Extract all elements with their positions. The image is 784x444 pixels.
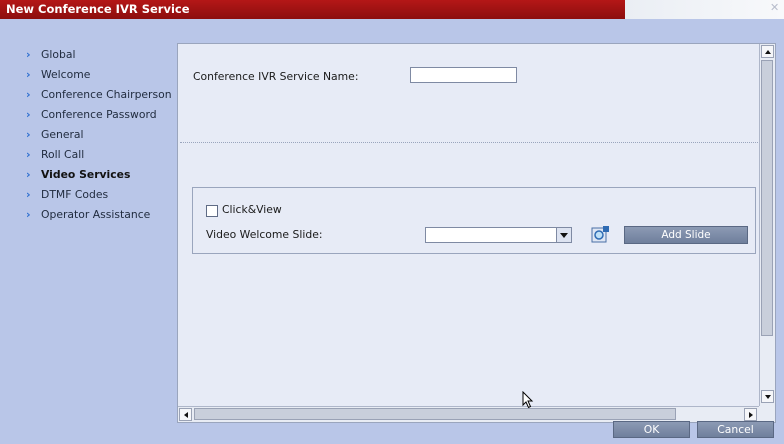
service-name-label: Conference IVR Service Name:	[193, 70, 359, 83]
sidebar-item-label: Conference Password	[41, 107, 157, 121]
sidebar-item-video-services[interactable]: › Video Services	[26, 164, 176, 184]
sidebar-item-label: DTMF Codes	[41, 187, 109, 201]
arrow-up-icon	[764, 49, 771, 54]
sidebar-item-label: Conference Chairperson	[41, 87, 172, 101]
sidebar-item-global[interactable]: › Global	[26, 44, 176, 64]
sidebar-item-conference-chairperson[interactable]: › Conference Chairperson	[26, 84, 176, 104]
sidebar-item-roll-call[interactable]: › Roll Call	[26, 144, 176, 164]
vertical-scrollbar[interactable]	[759, 44, 775, 406]
chevron-right-icon: ›	[26, 67, 31, 81]
clickview-label: Click&View	[222, 203, 282, 216]
cancel-button[interactable]: Cancel	[697, 421, 774, 438]
chevron-down-icon[interactable]	[556, 228, 571, 242]
vertical-scroll-thumb[interactable]	[761, 60, 773, 336]
slide-preview-icon[interactable]	[591, 226, 609, 244]
scroll-left-button[interactable]	[179, 408, 192, 421]
scrollbar-corner	[759, 406, 775, 422]
chevron-right-icon: ›	[26, 167, 31, 181]
video-services-group: Click&View Video Welcome Slide: Add Slid…	[192, 187, 756, 254]
mouse-cursor-icon	[522, 390, 534, 412]
ok-button[interactable]: OK	[613, 421, 690, 438]
arrow-right-icon	[748, 411, 753, 418]
horizontal-scroll-thumb[interactable]	[194, 408, 676, 420]
arrow-down-icon	[764, 394, 771, 399]
sidebar-nav: › Global › Welcome › Conference Chairper…	[26, 44, 176, 224]
chevron-right-icon: ›	[26, 47, 31, 61]
add-slide-button[interactable]: Add Slide	[624, 226, 748, 244]
close-icon[interactable]: ✕	[770, 1, 779, 14]
sidebar-item-label: Roll Call	[41, 147, 85, 161]
content-panel: Conference IVR Service Name: Click&View …	[177, 43, 776, 423]
chevron-right-icon: ›	[26, 107, 31, 121]
welcome-slide-select[interactable]	[425, 227, 572, 243]
clickview-checkbox[interactable]	[206, 205, 218, 217]
sidebar-item-conference-password[interactable]: › Conference Password	[26, 104, 176, 124]
sidebar-item-operator-assistance[interactable]: › Operator Assistance	[26, 204, 176, 224]
sidebar-item-label: Global	[41, 47, 76, 61]
service-name-input[interactable]	[410, 67, 517, 83]
scroll-up-button[interactable]	[761, 45, 774, 58]
title-bar: New Conference IVR Service ✕	[0, 0, 784, 19]
horizontal-scrollbar[interactable]	[178, 406, 759, 422]
sidebar-item-general[interactable]: › General	[26, 124, 176, 144]
chevron-right-icon: ›	[26, 127, 31, 141]
sidebar-item-label: Video Services	[41, 167, 131, 181]
sidebar-item-welcome[interactable]: › Welcome	[26, 64, 176, 84]
section-divider	[180, 142, 758, 143]
window-title: New Conference IVR Service	[6, 2, 190, 16]
arrow-left-icon	[183, 411, 188, 418]
welcome-slide-label: Video Welcome Slide:	[206, 228, 323, 241]
dialog-body: › Global › Welcome › Conference Chairper…	[0, 19, 784, 444]
scroll-down-button[interactable]	[761, 390, 774, 403]
chevron-right-icon: ›	[26, 87, 31, 101]
chevron-right-icon: ›	[26, 187, 31, 201]
sidebar-item-label: General	[41, 127, 84, 141]
title-bar-fade	[625, 0, 784, 19]
scroll-right-button[interactable]	[744, 408, 757, 421]
sidebar-item-label: Welcome	[41, 67, 91, 81]
sidebar-item-label: Operator Assistance	[41, 207, 151, 221]
chevron-right-icon: ›	[26, 147, 31, 161]
chevron-right-icon: ›	[26, 207, 31, 221]
sidebar-item-dtmf-codes[interactable]: › DTMF Codes	[26, 184, 176, 204]
